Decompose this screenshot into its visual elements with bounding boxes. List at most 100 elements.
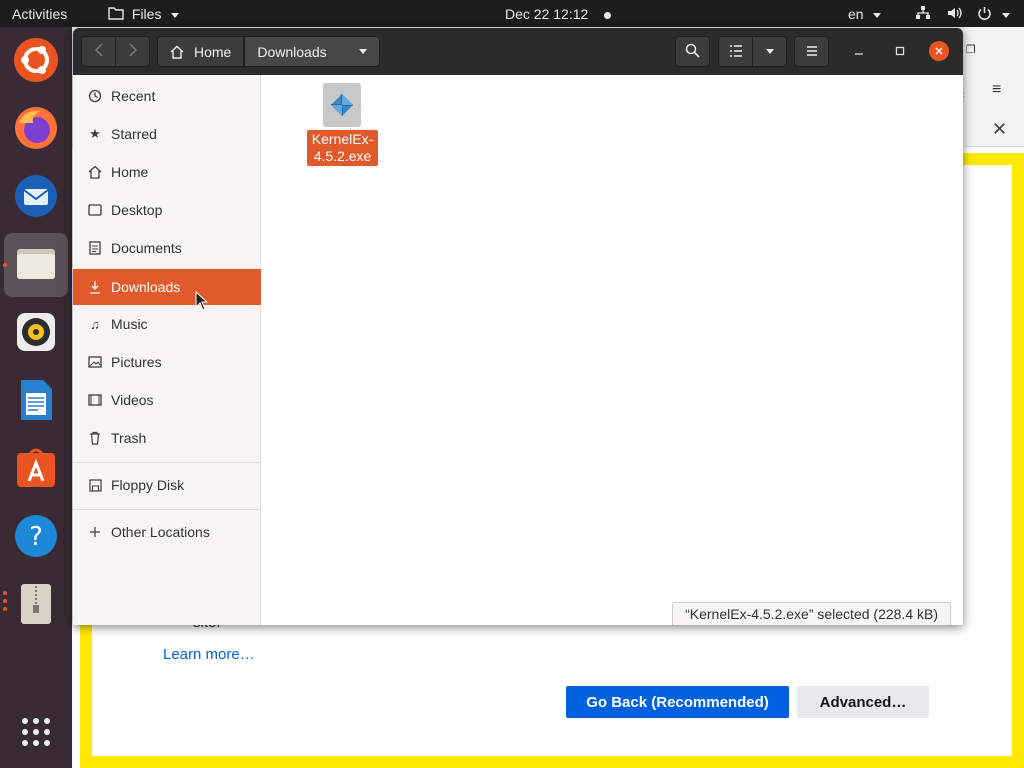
dock-help[interactable]: ? — [10, 511, 62, 563]
dock-thunderbird[interactable] — [10, 171, 62, 223]
chevron-down-icon — [1001, 12, 1010, 18]
app-store-icon — [13, 445, 59, 494]
learn-more-link[interactable]: Learn more… — [163, 646, 255, 663]
dock-ubuntu-software[interactable] — [10, 35, 62, 87]
view-options-button[interactable] — [752, 36, 787, 67]
sidebar-item-label: Videos — [111, 392, 154, 408]
running-indicator — [3, 263, 7, 267]
sidebar-item-documents[interactable]: Documents — [73, 230, 261, 266]
restore-window-icon[interactable]: ❐ — [966, 43, 976, 56]
advanced-button[interactable]: Advanced… — [797, 686, 929, 718]
places-sidebar: Recent ★ Starred Home Desktop Documents … — [73, 75, 261, 625]
activities-button[interactable]: Activities — [12, 5, 67, 23]
menu-button[interactable] — [794, 36, 829, 67]
sidebar-item-label: Downloads — [111, 279, 181, 295]
svg-text:?: ? — [29, 522, 43, 552]
sidebar-item-starred[interactable]: ★ Starred — [73, 116, 261, 152]
chevron-down-icon — [873, 12, 882, 18]
sidebar-item-label: Music — [111, 316, 148, 332]
chevron-right-icon — [128, 43, 138, 60]
search-button[interactable] — [675, 36, 710, 67]
sidebar-item-recent[interactable]: Recent — [73, 78, 261, 114]
search-icon — [685, 43, 700, 61]
forward-button[interactable] — [115, 36, 150, 67]
sidebar-item-label: Pictures — [111, 354, 162, 370]
firefox-icon — [13, 105, 59, 154]
sidebar-item-other-locations[interactable]: Other Locations — [73, 514, 261, 550]
sidebar-item-label: Trash — [111, 430, 147, 446]
list-view-icon — [729, 44, 743, 60]
hamburger-menu-icon[interactable]: ≡ — [992, 81, 1001, 99]
breadcrumb-label: Home — [194, 43, 232, 60]
dock-files[interactable] — [4, 233, 68, 297]
folder-icon — [108, 6, 124, 24]
floppy-icon — [87, 477, 103, 493]
sidebar-item-label: Recent — [111, 88, 156, 104]
breadcrumb: Home Downloads — [157, 36, 380, 67]
notification-dot-icon — [604, 11, 612, 19]
sidebar-item-label: Other Locations — [111, 524, 210, 540]
sidebar-item-music[interactable]: ♫ Music — [73, 306, 261, 342]
mouse-pointer-icon — [195, 290, 209, 314]
file-name-line2: 4.5.2.exe — [313, 148, 372, 164]
go-back-button[interactable]: Go Back (Recommended) — [566, 686, 789, 718]
sidebar-item-home[interactable]: Home — [73, 154, 261, 190]
dock-libreoffice-writer[interactable] — [10, 375, 62, 427]
volume-icon — [947, 6, 963, 24]
files-headerbar: Home Downloads — [73, 28, 963, 75]
file-name-label: KernelEx- 4.5.2.exe — [307, 130, 378, 166]
clock[interactable]: Dec 22 12:12 — [505, 5, 612, 23]
ubuntu-software-icon — [13, 37, 59, 86]
music-icon: ♫ — [90, 316, 100, 332]
sidebar-item-trash[interactable]: Trash — [73, 420, 261, 456]
dock-rhythmbox[interactable] — [10, 307, 62, 359]
network-icon — [915, 6, 931, 24]
sidebar-item-floppy-disk[interactable]: Floppy Disk — [73, 467, 261, 503]
exe-file-icon — [323, 83, 361, 127]
file-name-line1: KernelEx- — [311, 131, 374, 147]
files-icon — [13, 241, 59, 290]
show-applications-button[interactable] — [10, 707, 62, 759]
archive-icon — [13, 581, 59, 630]
sidebar-divider — [73, 462, 261, 463]
back-button[interactable] — [81, 36, 116, 67]
dock-firefox[interactable] — [10, 103, 62, 155]
system-menu[interactable] — [915, 5, 1010, 23]
maximize-button[interactable] — [890, 41, 910, 61]
breadcrumb-downloads[interactable]: Downloads — [244, 36, 380, 67]
running-indicator — [3, 591, 7, 595]
video-icon — [87, 392, 103, 408]
sidebar-item-desktop[interactable]: Desktop — [73, 192, 261, 228]
minimize-button[interactable] — [849, 41, 869, 61]
chevron-down-icon — [171, 12, 180, 18]
sidebar-item-videos[interactable]: Videos — [73, 382, 261, 418]
language-label: en — [848, 6, 864, 22]
breadcrumb-home[interactable]: Home — [157, 36, 245, 67]
sidebar-item-downloads[interactable]: Downloads — [73, 269, 261, 305]
rhythmbox-icon — [13, 309, 59, 358]
sidebar-item-label: Floppy Disk — [111, 477, 185, 493]
selection-status: “KernelEx-4.5.2.exe” selected (228.4 kB) — [672, 602, 951, 625]
chevron-down-icon — [358, 49, 367, 54]
dock-archive[interactable] — [10, 579, 62, 631]
list-view-button[interactable] — [718, 36, 753, 67]
power-icon — [977, 6, 992, 25]
maximize-icon — [895, 43, 905, 59]
dock: ? — [0, 27, 72, 768]
desktop-icon — [87, 202, 103, 218]
files-window: Home Downloads Recent ★ Starred Home Des… — [73, 28, 963, 625]
language-menu[interactable]: en — [848, 5, 882, 23]
star-icon: ★ — [89, 126, 101, 141]
file-view[interactable]: KernelEx- 4.5.2.exe “KernelEx-4.5.2.exe”… — [261, 75, 963, 625]
help-icon: ? — [13, 513, 59, 562]
chevron-left-icon — [94, 43, 104, 60]
clock-label: Dec 22 12:12 — [505, 6, 589, 22]
home-icon — [87, 164, 103, 180]
close-icon[interactable]: ✕ — [992, 119, 1007, 140]
hamburger-menu-icon — [805, 44, 819, 60]
app-menu[interactable]: Files — [108, 5, 180, 24]
close-button[interactable] — [929, 41, 949, 61]
sidebar-item-pictures[interactable]: Pictures — [73, 344, 261, 380]
dock-app-store[interactable] — [10, 443, 62, 495]
libreoffice-writer-icon — [13, 377, 59, 426]
